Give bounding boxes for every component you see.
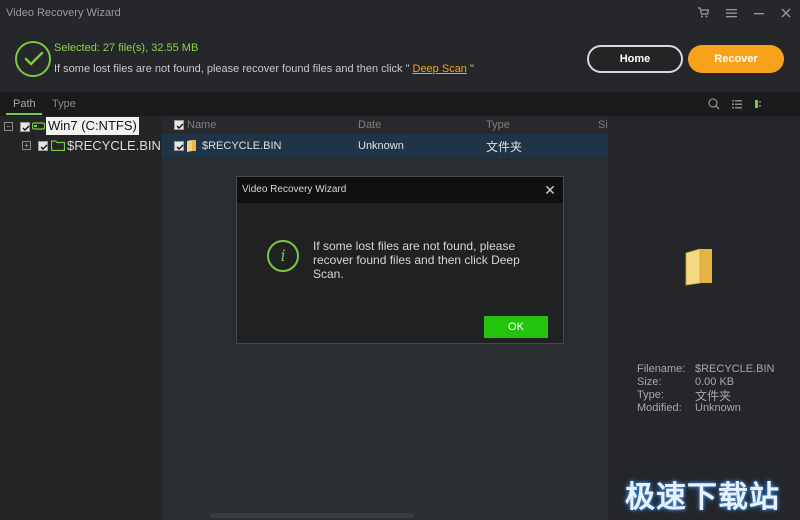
- meta-filename-label: Filename:: [637, 363, 686, 375]
- folder-label: $RECYCLE.BIN: [67, 138, 161, 153]
- hint-after: ": [469, 63, 474, 75]
- drive-checkbox[interactable]: [20, 122, 30, 132]
- deep-scan-link[interactable]: Deep Scan: [413, 63, 467, 75]
- detail-view-icon[interactable]: [752, 96, 768, 112]
- drive-label: Win7 (C:NTFS): [46, 117, 139, 135]
- tab-type[interactable]: Type: [52, 98, 76, 110]
- column-type[interactable]: Type: [486, 119, 510, 131]
- drive-icon: [31, 121, 46, 134]
- hint-text: If some lost files are not found, please…: [54, 63, 474, 75]
- list-header: Name Date Type Si: [162, 116, 608, 134]
- dialog-message: If some lost files are not found, please…: [313, 239, 520, 281]
- info-dialog: Video Recovery Wizard ✕ i If some lost f…: [236, 176, 564, 344]
- cart-icon[interactable]: [694, 6, 712, 22]
- table-row[interactable]: $RECYCLE.BIN Unknown 文件夹: [162, 134, 608, 158]
- info-icon: i: [267, 240, 299, 272]
- dialog-close-icon[interactable]: ✕: [543, 183, 557, 197]
- row-type: 文件夹: [486, 140, 523, 154]
- expand-toggle[interactable]: +: [22, 141, 31, 150]
- folder-checkbox[interactable]: [38, 141, 48, 151]
- site-watermark: 极速下载站: [625, 480, 780, 515]
- meta-modified-value: Unknown: [695, 402, 741, 414]
- preview-panel: Filename: $RECYCLE.BIN Size: 0.00 KB Typ…: [608, 116, 800, 520]
- tree-node-recycle-bin[interactable]: + $RECYCLE.BIN: [0, 136, 162, 156]
- selected-summary: Selected: 27 file(s), 32.55 MB: [54, 42, 199, 54]
- home-button[interactable]: Home: [587, 45, 683, 73]
- column-date[interactable]: Date: [358, 119, 381, 131]
- folder-tree: − Win7 (C:NTFS) + $RECYCLE.BIN: [0, 116, 162, 520]
- folder-icon: [186, 139, 198, 155]
- search-icon[interactable]: [706, 96, 722, 112]
- list-view-icon[interactable]: [729, 96, 745, 112]
- meta-filename-value: $RECYCLE.BIN: [695, 363, 775, 375]
- recover-button[interactable]: Recover: [688, 45, 784, 73]
- horizontal-scrollbar[interactable]: [210, 513, 414, 518]
- column-size[interactable]: Si: [598, 119, 608, 131]
- folder-icon: [50, 139, 66, 154]
- title-bar: Video Recovery Wizard: [0, 0, 800, 28]
- app-title: Video Recovery Wizard: [6, 7, 121, 19]
- tree-node-drive[interactable]: − Win7 (C:NTFS): [0, 116, 162, 136]
- ok-button[interactable]: OK: [484, 316, 548, 338]
- active-tab-indicator: [6, 113, 42, 115]
- column-name[interactable]: Name: [187, 119, 216, 131]
- minimize-icon[interactable]: [750, 6, 768, 22]
- row-name: $RECYCLE.BIN: [202, 140, 282, 152]
- row-date: Unknown: [358, 140, 404, 152]
- meta-size-label: Size:: [637, 376, 662, 388]
- status-header: Selected: 27 file(s), 32.55 MB If some l…: [0, 28, 800, 92]
- tab-path[interactable]: Path: [13, 98, 36, 110]
- collapse-toggle[interactable]: −: [4, 122, 13, 131]
- meta-modified-label: Modified:: [637, 402, 682, 414]
- dialog-title-bar: Video Recovery Wizard ✕: [237, 177, 563, 203]
- meta-type-label: Type:: [637, 389, 664, 401]
- dialog-title: Video Recovery Wizard: [242, 184, 347, 195]
- close-icon[interactable]: [777, 6, 795, 22]
- check-icon: [15, 41, 51, 77]
- select-all-checkbox[interactable]: [174, 120, 184, 130]
- menu-icon[interactable]: [722, 6, 740, 22]
- hint-before: If some lost files are not found, please…: [54, 63, 410, 75]
- row-checkbox[interactable]: [174, 141, 184, 151]
- view-tabs: Path Type: [0, 92, 800, 116]
- folder-preview-icon: [684, 247, 714, 290]
